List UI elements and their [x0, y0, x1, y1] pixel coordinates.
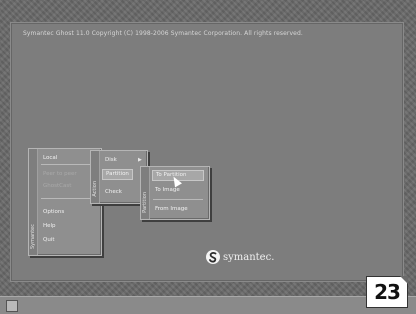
status-bar-button[interactable] [6, 300, 18, 312]
page-fold-icon [400, 276, 408, 284]
menu-item-quit[interactable]: Quit [43, 235, 55, 245]
action-menu-rail-label: Action [92, 181, 98, 197]
partition-menu-rail-label: Partition [142, 192, 148, 213]
symantec-logo-icon [206, 250, 220, 264]
status-bar [0, 296, 416, 314]
menu-item-local[interactable]: Local [43, 153, 57, 163]
step-number-badge: 23 [366, 276, 408, 308]
step-number: 23 [374, 280, 401, 304]
menu-item-options[interactable]: Options [43, 207, 64, 217]
main-menu-rail-label: Symantec [30, 223, 36, 249]
symantec-logo: symantec. [206, 248, 274, 266]
menu-item-help[interactable]: Help [43, 221, 56, 231]
action-menu-rail: Action [91, 151, 100, 203]
main-menu-separator [41, 198, 95, 199]
menu-item-check[interactable]: Check [105, 187, 122, 197]
title-bar: Symantec Ghost 11.0 Copyright (C) 1998-2… [23, 30, 303, 37]
partition-menu-separator [153, 199, 203, 200]
menu-item-ghostcast: GhostCast [43, 183, 72, 189]
partition-menu: Partition To Partition To Image From Ima… [140, 166, 210, 220]
partition-menu-rail: Partition [141, 167, 150, 219]
menu-item-disk[interactable]: Disk [105, 155, 117, 165]
main-menu-rail: Symantec [29, 149, 38, 255]
menu-item-peer-to-peer: Peer to peer [43, 171, 77, 177]
menu-item-partition[interactable]: Partition [102, 169, 133, 180]
main-menu-separator [41, 164, 95, 165]
menu-item-from-image[interactable]: From Image [155, 204, 188, 214]
submenu-arrow-icon: ▶ [138, 157, 142, 163]
symantec-logo-text: symantec. [223, 251, 275, 263]
